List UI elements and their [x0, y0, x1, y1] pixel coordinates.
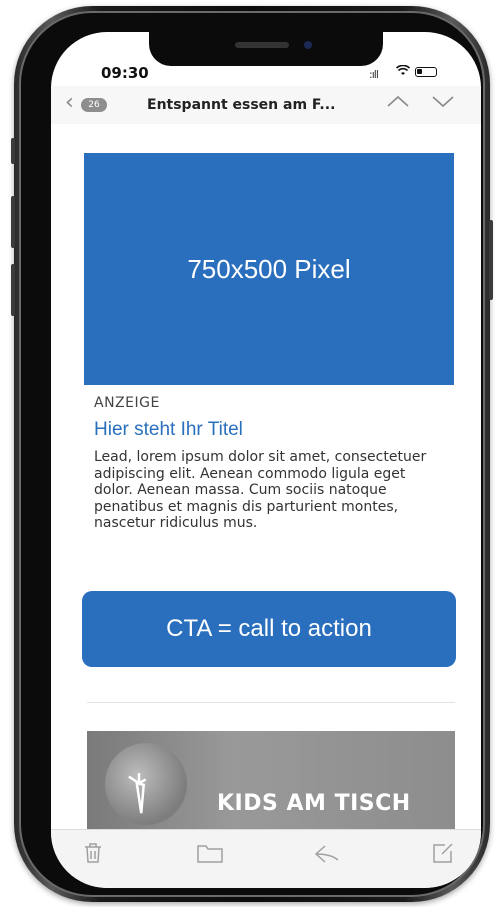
speaker: [235, 42, 289, 48]
chevron-left-icon[interactable]: ‹: [65, 90, 74, 115]
ad-label: ANZEIGE: [94, 395, 160, 411]
power-button: [489, 220, 493, 300]
hero-image-placeholder[interactable]: 750x500 Pixel: [84, 153, 454, 385]
banner-title: KIDS AM TISCH: [217, 791, 411, 816]
unread-count-badge[interactable]: 26: [81, 98, 107, 112]
battery-icon: [415, 67, 437, 77]
screen: 09:30 :ıll ‹ 26 Entspannt essen am F... …: [51, 32, 481, 888]
mute-switch: [11, 138, 15, 164]
hero-image-label: 750x500 Pixel: [187, 253, 351, 284]
cta-button[interactable]: CTA = call to action: [82, 591, 456, 667]
ad-title[interactable]: Hier steht Ihr Titel: [94, 419, 243, 441]
compose-icon[interactable]: [431, 842, 455, 870]
camera: [304, 41, 312, 49]
phone-frame: 09:30 :ıll ‹ 26 Entspannt essen am F... …: [11, 6, 493, 902]
wifi-icon: [395, 64, 411, 79]
trash-icon[interactable]: [83, 842, 103, 870]
status-time: 09:30: [101, 64, 149, 82]
signal-icon: :ıll: [369, 68, 379, 81]
chevron-up-icon[interactable]: [386, 92, 410, 113]
volume-up-button: [11, 196, 15, 248]
folder-icon[interactable]: [196, 842, 224, 870]
divider: [87, 702, 455, 703]
volume-down-button: [11, 264, 15, 316]
mail-subject: Entspannt essen am F...: [147, 97, 336, 113]
chevron-down-icon[interactable]: [431, 92, 455, 113]
mail-nav-bar: ‹ 26 Entspannt essen am F...: [51, 86, 481, 125]
bottom-toolbar: [51, 829, 481, 888]
kids-banner[interactable]: KIDS AM TISCH: [87, 731, 455, 829]
notch: [149, 32, 383, 66]
reply-icon[interactable]: [313, 842, 341, 870]
ad-body-text: Lead, lorem ipsum dolor sit amet, consec…: [94, 449, 427, 531]
cta-label: CTA = call to action: [166, 615, 372, 642]
mail-content[interactable]: 750x500 Pixel ANZEIGE Hier steht Ihr Tit…: [51, 124, 481, 829]
